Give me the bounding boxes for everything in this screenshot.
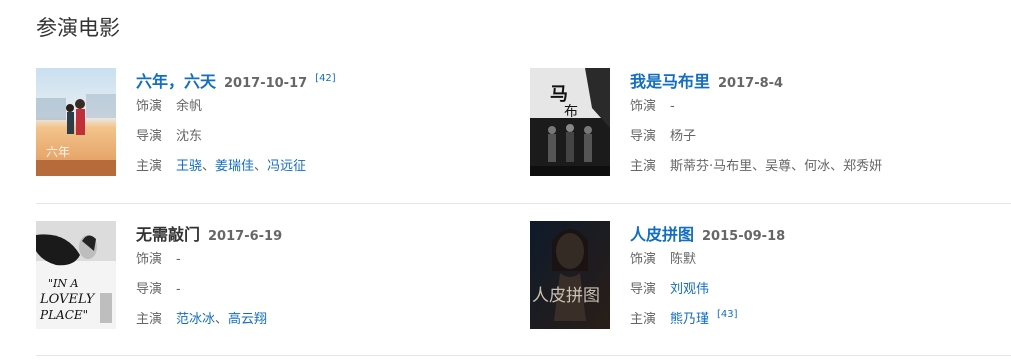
role-row: 饰演 - — [136, 245, 506, 275]
role-row: 饰演 余帆 — [136, 92, 506, 122]
divider — [36, 355, 1011, 356]
film-poster[interactable]: "IN A LOVELY PLACE" — [36, 221, 116, 329]
film-poster[interactable]: 人皮拼图 — [530, 221, 610, 329]
citation-link[interactable]: [42] — [315, 73, 336, 84]
director-label: 导演 — [630, 129, 657, 144]
film-poster[interactable]: 六年 — [36, 68, 116, 176]
cast-label: 主演 — [136, 159, 163, 174]
director-link[interactable]: 刘观伟 — [670, 282, 709, 297]
director-value: 杨子 — [670, 129, 697, 144]
cast-link[interactable]: 姜瑞佳 — [215, 159, 254, 174]
cast-label: 主演 — [136, 312, 163, 327]
role-label: 饰演 — [136, 252, 163, 267]
poster-text: "IN A — [48, 277, 79, 290]
director-value: 沈东 — [176, 129, 203, 144]
cast-link[interactable]: 冯远征 — [267, 159, 306, 174]
cast-link[interactable]: 王骁 — [176, 159, 202, 174]
film-item: 人皮拼图 人皮拼图 2015-09-18 饰演 陈默 导演 刘观伟 主演 熊乃瑾… — [530, 221, 1000, 331]
section-title: 参演电影 — [36, 16, 120, 40]
divider — [36, 203, 1011, 204]
film-item: 六年 六年，六天 2017-10-17 [42] 饰演 余帆 导演 沈东 主演 … — [36, 68, 506, 178]
cast-row: 主演 王骁、姜瑞佳、冯远征 — [136, 152, 506, 182]
svg-text:马: 马 — [550, 84, 568, 105]
role-value: - — [670, 99, 675, 114]
film-title-link[interactable]: 人皮拼图 — [630, 221, 694, 245]
citation-link[interactable]: [43] — [717, 309, 738, 320]
role-value: 陈默 — [670, 252, 697, 267]
role-row: 饰演 陈默 — [630, 245, 1000, 275]
director-row: 导演 杨子 — [630, 122, 1000, 152]
film-date: 2017-10-17 — [224, 76, 308, 91]
cast-link[interactable]: 熊乃瑾 — [670, 312, 709, 327]
role-label: 饰演 — [136, 99, 163, 114]
cast-link[interactable]: 范冰冰 — [176, 312, 215, 327]
cast-row: 主演 斯蒂芬·马布里、吴尊、何冰、郑秀妍 — [630, 152, 1000, 182]
cast-row: 主演 范冰冰、高云翔 — [136, 305, 506, 335]
film-date: 2017-6-19 — [208, 229, 283, 244]
role-row: 饰演 - — [630, 92, 1000, 122]
cast-link[interactable]: 高云翔 — [228, 312, 267, 327]
film-poster[interactable]: 马 布 — [530, 68, 610, 176]
cast-label: 主演 — [630, 312, 657, 327]
poster-text: 六年 — [46, 145, 70, 159]
role-value: 余帆 — [176, 99, 203, 114]
film-title: 无需敲门 — [136, 225, 201, 244]
cast-row: 主演 熊乃瑾 [43] — [630, 305, 1000, 335]
film-title-link[interactable]: 六年，六天 — [136, 68, 216, 92]
poster-text: 人皮拼图 — [532, 286, 600, 306]
role-value: - — [176, 252, 181, 267]
director-label: 导演 — [630, 282, 657, 297]
film-item: 马 布 我是马布里 2017-8-4 饰演 - 导演 杨子 主演 斯蒂芬·马布里… — [530, 68, 1000, 178]
svg-text:布: 布 — [564, 104, 578, 120]
film-date: 2015-09-18 — [702, 229, 786, 244]
film-title-link[interactable]: 我是马布里 — [630, 68, 710, 92]
poster-text: LOVELY — [39, 292, 96, 307]
poster-text: PLACE" — [39, 308, 88, 322]
cast-label: 主演 — [630, 159, 657, 174]
director-value: - — [176, 282, 181, 297]
director-row: 导演 沈东 — [136, 122, 506, 152]
director-label: 导演 — [136, 129, 163, 144]
cast-value: 斯蒂芬·马布里、吴尊、何冰、郑秀妍 — [670, 159, 883, 174]
role-label: 饰演 — [630, 99, 657, 114]
film-item: "IN A LOVELY PLACE" 无需敲门 2017-6-19 饰演 - … — [36, 221, 506, 331]
director-row: 导演 刘观伟 — [630, 275, 1000, 305]
film-date: 2017-8-4 — [718, 76, 784, 91]
director-row: 导演 - — [136, 275, 506, 305]
role-label: 饰演 — [630, 252, 657, 267]
director-label: 导演 — [136, 282, 163, 297]
